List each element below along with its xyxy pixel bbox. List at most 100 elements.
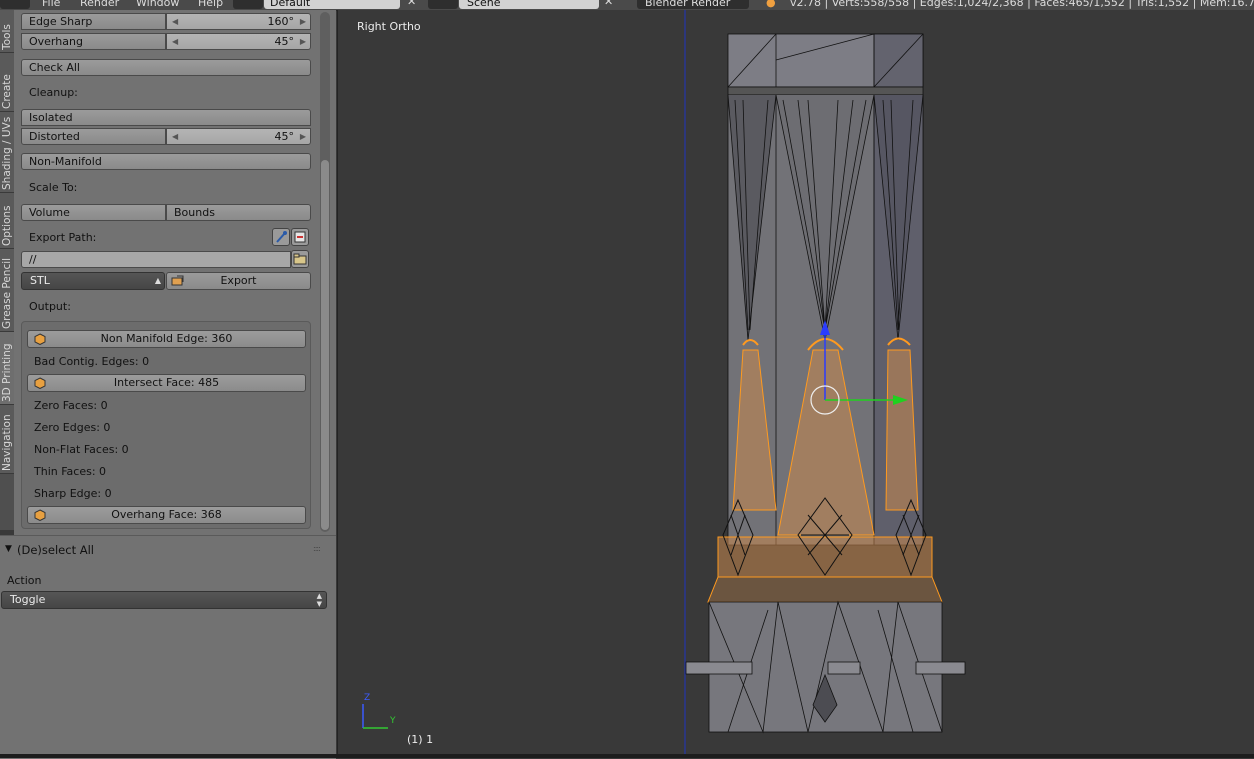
axis-gizmo [362,704,388,729]
panel-scrollbar[interactable] [320,12,330,532]
edge-sharp-field[interactable]: ◀ 160° ▶ [166,13,311,30]
increment-icon[interactable]: ▶ [300,129,306,144]
drag-handle-icon[interactable]: :::: [313,544,321,553]
export-format-select[interactable]: STL ▲ [21,272,165,290]
tab-shading-uvs-label: Shading / UVs [1,116,13,190]
tab-create[interactable]: Create [0,53,14,112]
status-strip [0,754,1254,758]
scene-field[interactable]: Scene [459,0,599,9]
edge-sharp-label: Edge Sharp [29,15,93,28]
operator-title: (De)select All [17,543,94,557]
volume-button[interactable]: Volume [21,204,166,221]
tab-navigation-label: Navigation [1,414,13,471]
export-path-input[interactable]: // [21,251,291,268]
layout-close-icon[interactable]: ✕ [407,0,416,8]
distorted-button[interactable]: Distorted [21,128,166,145]
tab-3d-printing[interactable]: 3D Printing [0,332,14,405]
cube-select-icon [34,509,46,521]
tab-create-label: Create [1,74,13,109]
operator-panel: ▼ (De)select All :::: Action Toggle ▲ ▼ [0,535,336,759]
export-button[interactable]: Export [166,272,311,290]
increment-icon[interactable]: ▶ [300,34,306,49]
scene-close-icon[interactable]: ✕ [604,0,613,8]
tab-options[interactable]: Options [0,193,14,249]
overhang-value: 45° [274,35,295,48]
menu-render[interactable]: Render [80,0,119,9]
mesh-top-cap [727,33,924,96]
overhang-field[interactable]: ◀ 45° ▶ [166,33,311,50]
bounds-button[interactable]: Bounds [166,204,311,221]
select-intersect-face-button[interactable]: Intersect Face: 485 [27,374,306,392]
frame-indicator: (1) 1 [407,733,434,746]
layout-icon[interactable] [233,0,263,9]
decrement-icon[interactable]: ◀ [172,129,178,144]
tab-tools-label: Tools [1,24,13,50]
non-flat-faces-text: Non-Flat Faces: 0 [34,443,129,456]
tab-grease-pencil-label: Grease Pencil [1,257,13,329]
action-value: Toggle [10,593,46,606]
collapse-triangle-icon[interactable]: ▼ [5,544,12,554]
file-browser-icon[interactable] [291,228,309,246]
axis-z-label: Z [364,693,371,703]
export-icon [171,274,185,292]
render-engine-select[interactable]: Blender Render [637,0,749,9]
action-label: Action [7,574,42,587]
axis-y-label: Y [390,716,396,726]
bad-contig-edges-text: Bad Contig. Edges: 0 [34,355,150,368]
tool-shelf-tabs: Tools Create Shading / UVs Options Greas… [0,10,15,530]
export-label: Export [220,274,257,287]
non-manifold-edge-count: Non Manifold Edge: 360 [100,332,233,345]
folder-icon[interactable] [291,250,309,268]
editor-type-menu[interactable] [0,0,30,9]
tab-shading-uvs[interactable]: Shading / UVs [0,112,14,193]
export-path-value: // [29,253,37,266]
updown-arrows-icon: ▲ ▼ [316,592,322,608]
layout-field[interactable]: Default [264,0,400,9]
scene-icon[interactable] [428,0,458,9]
decrement-icon[interactable]: ◀ [172,14,178,29]
menu-window[interactable]: Window [136,0,179,9]
scene-name: Scene [467,0,501,9]
edge-sharp-label-cell: Edge Sharp [21,13,166,30]
cube-select-icon [34,333,46,345]
sharp-edge-text: Sharp Edge: 0 [34,487,112,500]
zero-faces-text: Zero Faces: 0 [34,399,108,412]
overhang-face-count: Overhang Face: 368 [111,508,222,521]
tab-options-label: Options [1,205,13,246]
export-path-label: Export Path: [29,231,97,244]
scrollbar-thumb[interactable] [321,160,329,530]
check-all-button[interactable]: Check All [21,59,311,76]
mesh-canvas[interactable] [338,10,1254,754]
distorted-value: 45° [274,130,295,143]
select-overhang-face-button[interactable]: Overhang Face: 368 [27,506,306,524]
export-format-value: STL [30,274,50,287]
thin-faces-text: Thin Faces: 0 [34,465,107,478]
distorted-angle-field[interactable]: ◀ 45° ▶ [166,128,311,145]
isolated-button[interactable]: Isolated [21,109,311,126]
select-non-manifold-edge-button[interactable]: Non Manifold Edge: 360 [27,330,306,348]
3d-viewport[interactable]: Right Ortho Z Y (1) 1 [337,10,1254,754]
menu-file[interactable]: File [42,0,60,9]
updown-arrows-icon: ▲ [154,276,161,285]
scene-stats: v2.78 | Verts:558/558 | Edges:1,024/2,36… [790,0,1254,9]
volume-label: Volume [29,206,70,219]
menu-help[interactable]: Help [198,0,223,9]
bounds-label: Bounds [174,206,215,219]
render-engine-label: Blender Render [645,0,731,9]
tab-tools[interactable]: Tools [0,10,14,53]
scale-to-label: Scale To: [29,181,78,194]
decrement-icon[interactable]: ◀ [172,34,178,49]
overhang-label-cell: Overhang [21,33,166,50]
isolated-label: Isolated [29,111,73,124]
tab-navigation[interactable]: Navigation [0,405,14,474]
increment-icon[interactable]: ▶ [300,14,306,29]
action-select[interactable]: Toggle ▲ ▼ [1,591,327,609]
blender-logo-icon: ● [766,0,776,9]
check-all-label: Check All [29,61,80,74]
non-manifold-button[interactable]: Non-Manifold [21,153,311,170]
layout-name: Default [270,0,311,9]
zero-edges-text: Zero Edges: 0 [34,421,111,434]
output-label: Output: [29,300,71,313]
tab-grease-pencil[interactable]: Grease Pencil [0,249,14,332]
eyedropper-icon[interactable] [272,228,290,246]
